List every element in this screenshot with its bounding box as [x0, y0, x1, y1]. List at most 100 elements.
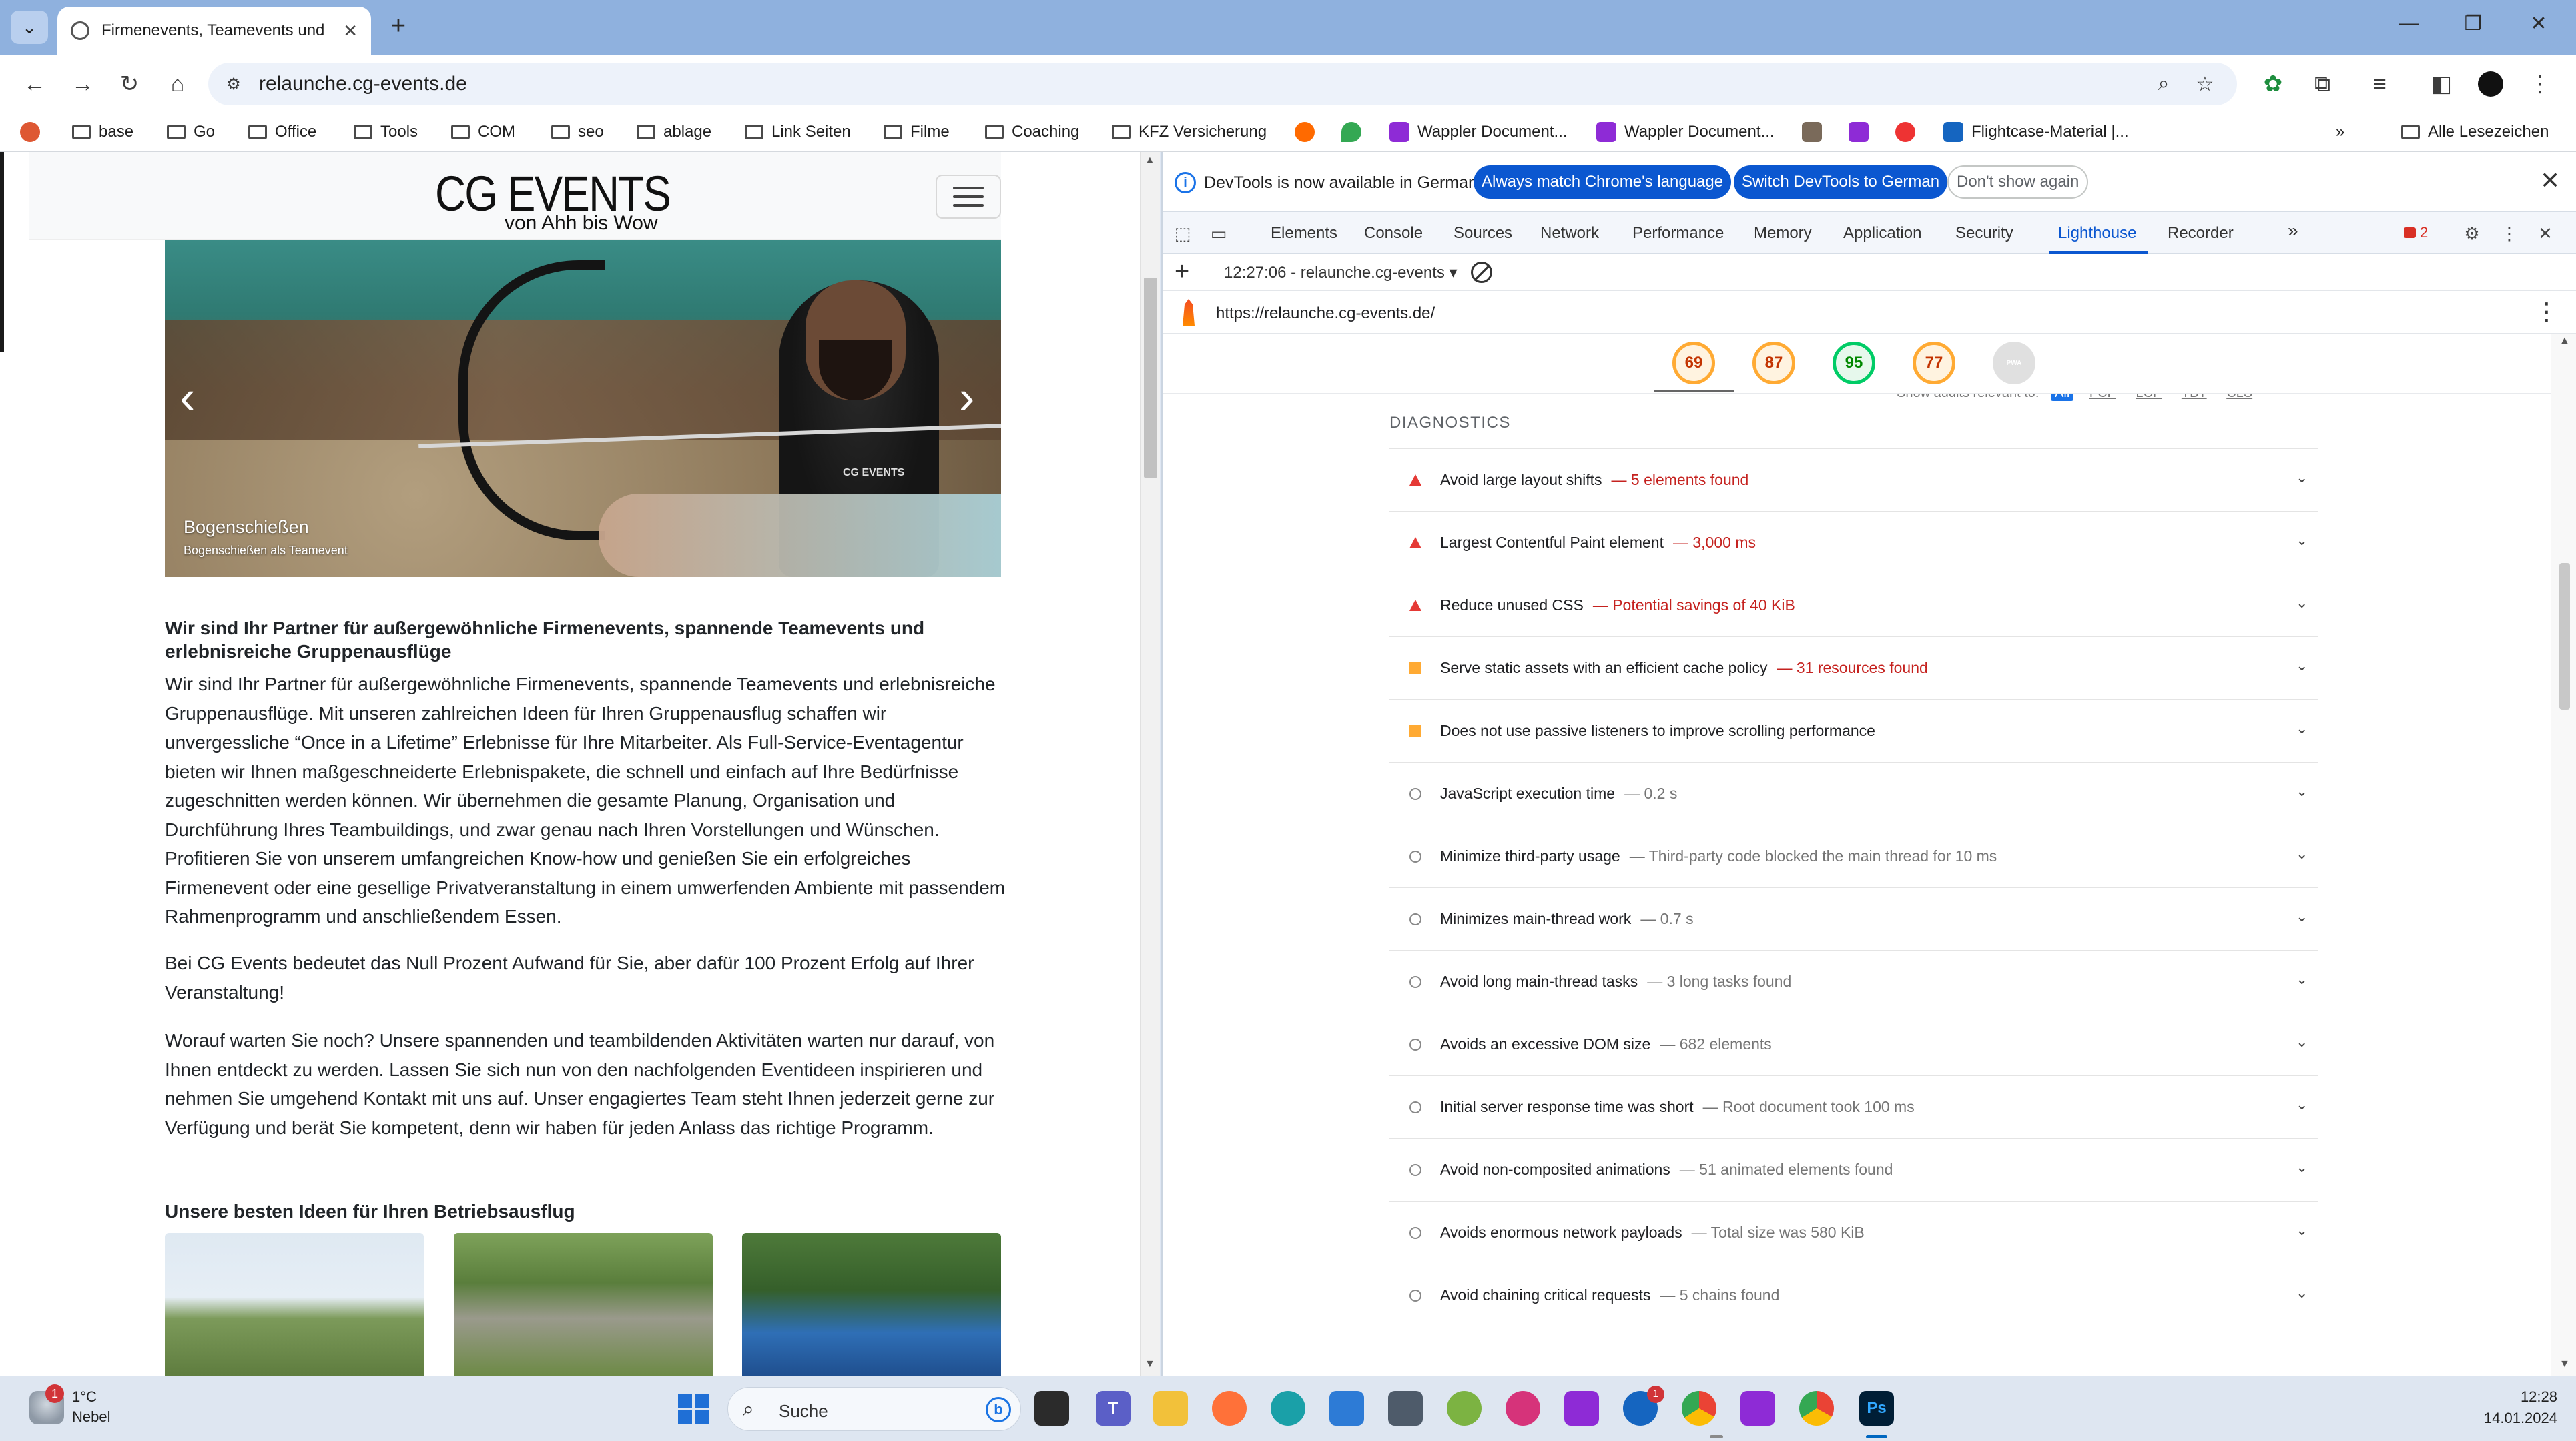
audit-row[interactable]: Avoid long main-thread tasks — 3 long tas…	[1389, 950, 2318, 1013]
firefox-icon[interactable]	[1212, 1391, 1247, 1426]
carousel-next-button[interactable]: ›	[959, 374, 974, 420]
menu-icon[interactable]: ⋮	[2523, 67, 2557, 101]
start-button[interactable]	[678, 1394, 709, 1424]
idea-card-image[interactable]	[165, 1233, 424, 1376]
chevron-down-icon[interactable]: ⌄	[2296, 1096, 2308, 1113]
calculator-icon[interactable]	[1388, 1391, 1423, 1426]
carousel-prev-button[interactable]: ‹	[180, 374, 195, 420]
new-tab-button[interactable]: +	[382, 9, 415, 43]
chevron-down-icon[interactable]: ⌄	[2296, 469, 2308, 486]
close-window-icon[interactable]: ✕	[2519, 12, 2559, 35]
report-menu-icon[interactable]: ⋮	[2535, 298, 2559, 326]
reload-icon[interactable]: ↻	[112, 67, 147, 101]
file-explorer-icon[interactable]	[1153, 1391, 1188, 1426]
settings-icon[interactable]: ⚙	[2459, 221, 2485, 246]
filter-chip-all[interactable]: All	[2051, 394, 2074, 401]
chevron-down-icon[interactable]: ⌄	[2296, 1159, 2308, 1176]
audit-row[interactable]: Initial server response time was short — …	[1389, 1075, 2318, 1138]
bookmark-kfz[interactable]: KFZ Versicherung	[1112, 119, 1267, 145]
device-toolbar-icon[interactable]: ▭	[1205, 221, 1232, 246]
chevron-down-icon[interactable]: ⌄	[2296, 1033, 2308, 1051]
photoshop-icon[interactable]: Ps	[1859, 1391, 1894, 1426]
site-info-icon[interactable]: ⚙	[218, 68, 250, 100]
bookmark-ablage[interactable]: ablage	[637, 119, 711, 145]
page-scrollbar[interactable]: ▲ ▼	[1140, 152, 1160, 1376]
chevron-down-icon[interactable]: ⌄	[2296, 657, 2308, 674]
audit-row[interactable]: Does not use passive listeners to improv…	[1389, 699, 2318, 762]
kebab-menu-icon[interactable]: ⋮	[2496, 221, 2523, 246]
report-url[interactable]: https://relaunche.cg-events.de/	[1216, 304, 1435, 323]
clock-time[interactable]: 12:28	[2491, 1388, 2557, 1406]
audit-row[interactable]: Reduce unused CSS — Potential savings of …	[1389, 574, 2318, 636]
side-panel-icon[interactable]: ◧	[2424, 67, 2459, 101]
teams-icon[interactable]: T	[1096, 1391, 1131, 1426]
chevron-down-icon[interactable]: ⌄	[2296, 1222, 2308, 1239]
match-language-button[interactable]: Always match Chrome's language	[1474, 165, 1732, 199]
bookmark-duckduckgo[interactable]	[20, 119, 48, 145]
url-text[interactable]: relaunche.cg-events.de	[259, 73, 467, 95]
score-gauge-seo[interactable]: 77	[1913, 342, 1955, 384]
clear-icon[interactable]	[1471, 262, 1492, 283]
puzzle-icon[interactable]: ⧉	[2305, 67, 2340, 101]
close-devtools-icon[interactable]: ✕	[2532, 221, 2559, 246]
chevron-down-icon[interactable]: ⌄	[2296, 971, 2308, 988]
bookmark-link-seiten[interactable]: Link Seiten	[745, 119, 851, 145]
app-icon[interactable]	[1506, 1391, 1540, 1426]
chevron-down-icon[interactable]: ⌄	[2296, 783, 2308, 800]
scroll-down-icon[interactable]: ▼	[1145, 1358, 1155, 1370]
idea-card-image[interactable]	[742, 1233, 1001, 1376]
bookmark-coaching[interactable]: Coaching	[985, 119, 1079, 145]
tab-sources[interactable]: Sources	[1454, 224, 1512, 243]
home-icon[interactable]: ⌂	[160, 67, 195, 101]
filter-chip-lcp[interactable]: LCP	[2132, 394, 2166, 401]
dont-show-again-button[interactable]: Don't show again	[1947, 165, 2089, 199]
app-icon[interactable]	[1447, 1391, 1482, 1426]
taskbar-search[interactable]: ⌕ Suche b	[727, 1387, 1021, 1431]
new-report-icon[interactable]: +	[1175, 258, 1189, 286]
tab-active[interactable]: Firmenevents, Teamevents und ✕	[57, 7, 371, 55]
report-selector[interactable]: 12:27:06 - relaunche.cg-events ▾	[1224, 263, 1458, 282]
audit-row[interactable]: Avoids an excessive DOM size — 682 elemen…	[1389, 1013, 2318, 1075]
scroll-up-icon[interactable]: ▲	[2559, 335, 2570, 347]
zoom-icon[interactable]: ⌕	[2148, 68, 2180, 100]
store-icon[interactable]	[1329, 1391, 1364, 1426]
bookmark-tools-ico1[interactable]	[1295, 119, 1323, 145]
bookmark-wappler-1[interactable]: Wappler Document...	[1389, 119, 1568, 145]
site-logo[interactable]: CG EVENTS	[435, 169, 671, 219]
restore-icon[interactable]: ❐	[2453, 12, 2493, 35]
bookmark-all[interactable]: Alle Lesezeichen	[2401, 119, 2549, 145]
filter-chip-tbt[interactable]: TBT	[2178, 394, 2211, 401]
filter-chip-cls[interactable]: CLS	[2222, 394, 2256, 401]
bookmark-maps[interactable]	[1341, 119, 1369, 145]
tab-lighthouse[interactable]: Lighthouse	[2058, 224, 2136, 243]
tab-elements[interactable]: Elements	[1271, 224, 1337, 243]
scroll-up-icon[interactable]: ▲	[1145, 155, 1155, 167]
filter-chip-fcp[interactable]: FCP	[2085, 394, 2120, 401]
audit-row[interactable]: Avoids enormous network payloads — Total …	[1389, 1201, 2318, 1264]
edge-icon[interactable]	[1271, 1391, 1305, 1426]
media-icon[interactable]: ≡	[2362, 67, 2397, 101]
minimize-icon[interactable]: —	[2389, 12, 2429, 35]
weather-description[interactable]: Nebel	[72, 1408, 110, 1426]
wappler-icon[interactable]	[1740, 1391, 1775, 1426]
chevron-down-icon[interactable]: ⌄	[2296, 1284, 2308, 1302]
bookmark-go[interactable]: Go	[167, 119, 215, 145]
chevron-down-icon[interactable]: ⌄	[2296, 532, 2308, 549]
tab-recorder[interactable]: Recorder	[2168, 224, 2234, 243]
audit-row[interactable]: Avoid non-composited animations — 51 anim…	[1389, 1138, 2318, 1201]
audit-row[interactable]: Avoid chaining critical requests — 5 chai…	[1389, 1264, 2318, 1326]
bookmark-com[interactable]: COM	[451, 119, 515, 145]
hamburger-menu-button[interactable]	[936, 175, 1001, 219]
score-gauge-best-practices[interactable]: 95	[1833, 342, 1875, 384]
bookmark-office[interactable]: Office	[248, 119, 316, 145]
clock-date[interactable]: 14.01.2024	[2469, 1410, 2557, 1427]
audit-row[interactable]: JavaScript execution time — 0.2 s ⌄	[1389, 762, 2318, 825]
chevron-down-icon[interactable]: ⌄	[2296, 908, 2308, 925]
close-icon[interactable]: ✕	[2540, 167, 2560, 195]
avatar[interactable]	[2473, 67, 2508, 101]
more-tabs-icon[interactable]: »	[2288, 220, 2298, 242]
issues-badge[interactable]: 2	[2404, 224, 2428, 242]
bookmark-wappler-2[interactable]: Wappler Document...	[1596, 119, 1775, 145]
chrome-icon[interactable]	[1682, 1391, 1716, 1426]
audit-row[interactable]: Minimize third-party usage — Third-party …	[1389, 825, 2318, 887]
